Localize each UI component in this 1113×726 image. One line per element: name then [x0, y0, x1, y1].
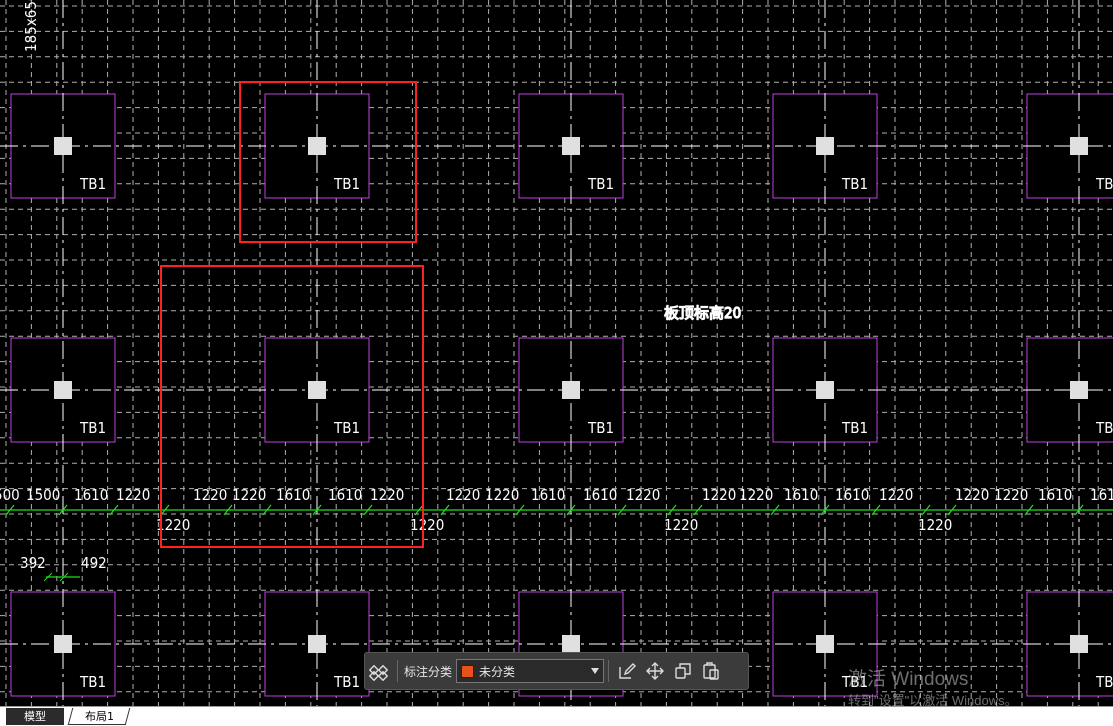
column-label-tb1: TB1 [333, 673, 360, 691]
dimension-label: 1220 [370, 486, 404, 504]
column-label-tb1: TB1 [841, 419, 868, 437]
column-marker [308, 635, 326, 653]
column-marker [1070, 137, 1088, 155]
dimension-label: 1220 [994, 486, 1028, 504]
column-label-tb1: TB1 [841, 673, 868, 691]
column-marker [54, 381, 72, 399]
edit-icon[interactable] [613, 657, 641, 685]
column-label-tb1: TB1 [1095, 175, 1113, 193]
column-label-tb1: TB1 [79, 673, 106, 691]
column-label-tb1: TB1 [841, 175, 868, 193]
dimension-label: 1610 [276, 486, 310, 504]
column-label-tb1: TB1 [333, 175, 360, 193]
column-label-tb1: TB1 [333, 419, 360, 437]
dimension-label: 1610 [328, 486, 362, 504]
dimension-label: 1610 [583, 486, 617, 504]
dimension-label: 1220 [955, 486, 989, 504]
dimension-label: 1610 [1038, 486, 1072, 504]
column-marker [54, 137, 72, 155]
column-label-tb1: TB1 [587, 419, 614, 437]
column-marker [562, 635, 580, 653]
column-marker [816, 635, 834, 653]
dimension-label: 1500 [26, 486, 60, 504]
column-marker [816, 381, 834, 399]
copy-icon[interactable] [669, 657, 697, 685]
column-label-tb1: TB1 [1095, 419, 1113, 437]
category-label: 标注分类 [404, 664, 453, 679]
dimension-label: 1220 [116, 486, 150, 504]
column-marker [816, 137, 834, 155]
column-marker [1070, 381, 1088, 399]
tab-layout1[interactable]: 布局1 [67, 708, 131, 725]
tab-layout1-label: 布局1 [84, 710, 114, 723]
dimension-label: 1220 [410, 516, 444, 534]
dimension-label: 1220 [485, 486, 519, 504]
dimension-label: 1220 [626, 486, 660, 504]
cad-canvas[interactable]: TB1 TB1 TB1 TB1 TB1 TB1 TB1 TB1 TB1 TB1 TB1 TB1 TB1 T… [0, 0, 1113, 706]
category-value: 未分类 [479, 664, 516, 679]
move-icon[interactable] [641, 657, 669, 685]
drawing-svg[interactable]: TB1 TB1 TB1 TB1 TB1 TB1 TB1 TB1 TB1 TB1 TB1 TB1 TB1 T… [0, 0, 1113, 706]
paste-icon[interactable] [697, 657, 725, 685]
column-label-tb1: TB1 [1095, 673, 1113, 691]
side-dimension-text: 185x650 [22, 0, 40, 52]
elevation-annotation: 板顶标高20 [664, 304, 741, 322]
dimension-label: 1220 [739, 486, 773, 504]
category-color-swatch [461, 664, 475, 678]
dimension-label: 1610 [74, 486, 108, 504]
small-dimension-label: 392 [20, 554, 46, 572]
small-dimension-label: 492 [81, 554, 107, 572]
column-label-tb1: TB1 [79, 419, 106, 437]
dimension-label: 1220 [702, 486, 736, 504]
layout-tab-bar: 模型 布局1 [0, 706, 1113, 726]
dimension-label: 1220 [664, 516, 698, 534]
column-marker [308, 137, 326, 155]
column-marker [54, 635, 72, 653]
dimension-label: 1220 [193, 486, 227, 504]
tab-model[interactable]: 模型 [6, 708, 64, 725]
column-marker [562, 381, 580, 399]
category-dropdown[interactable]: 未分类 [456, 659, 605, 683]
annotation-toolbar: 标注分类 未分类 [364, 652, 749, 690]
dimension-label: 1610 [835, 486, 869, 504]
column-label-tb1: TB1 [587, 175, 614, 193]
dimension-label: 1220 [918, 516, 952, 534]
chevron-down-icon[interactable] [591, 668, 600, 674]
dimension-label: 1220 [446, 486, 480, 504]
column-label-tb1: TB1 [79, 175, 106, 193]
dimension-label: 1610 [784, 486, 818, 504]
dimension-label: 1610 [1090, 486, 1113, 504]
group-icon[interactable] [365, 657, 393, 685]
toolbar-divider [608, 660, 610, 682]
dimension-label: 1220 [232, 486, 266, 504]
toolbar-divider [397, 660, 398, 682]
column-marker [562, 137, 580, 155]
column-marker [308, 381, 326, 399]
dimension-label: 1610 [531, 486, 565, 504]
dimension-label: 500 [0, 486, 20, 504]
column-marker [1070, 635, 1088, 653]
dimension-label: 1220 [879, 486, 913, 504]
